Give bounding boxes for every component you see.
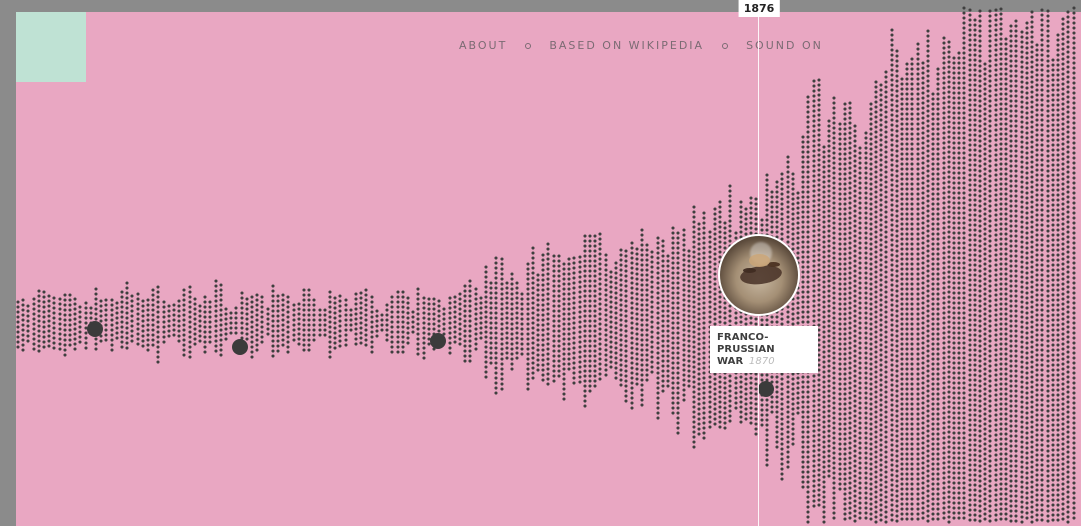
visualization-canvas: ABOUT BASED ON WIKIPEDIA SOUND ON bbox=[16, 12, 1081, 526]
app-window: ABOUT BASED ON WIKIPEDIA SOUND ON 1876 F… bbox=[0, 0, 1081, 526]
nav-separator-dot bbox=[722, 42, 729, 49]
nav-about[interactable]: ABOUT bbox=[459, 39, 507, 52]
nav-separator-dot bbox=[525, 42, 532, 49]
top-navigation: ABOUT BASED ON WIKIPEDIA SOUND ON bbox=[459, 39, 823, 52]
mint-block bbox=[16, 12, 86, 82]
nav-based-on-wikipedia[interactable]: BASED ON WIKIPEDIA bbox=[549, 39, 704, 52]
